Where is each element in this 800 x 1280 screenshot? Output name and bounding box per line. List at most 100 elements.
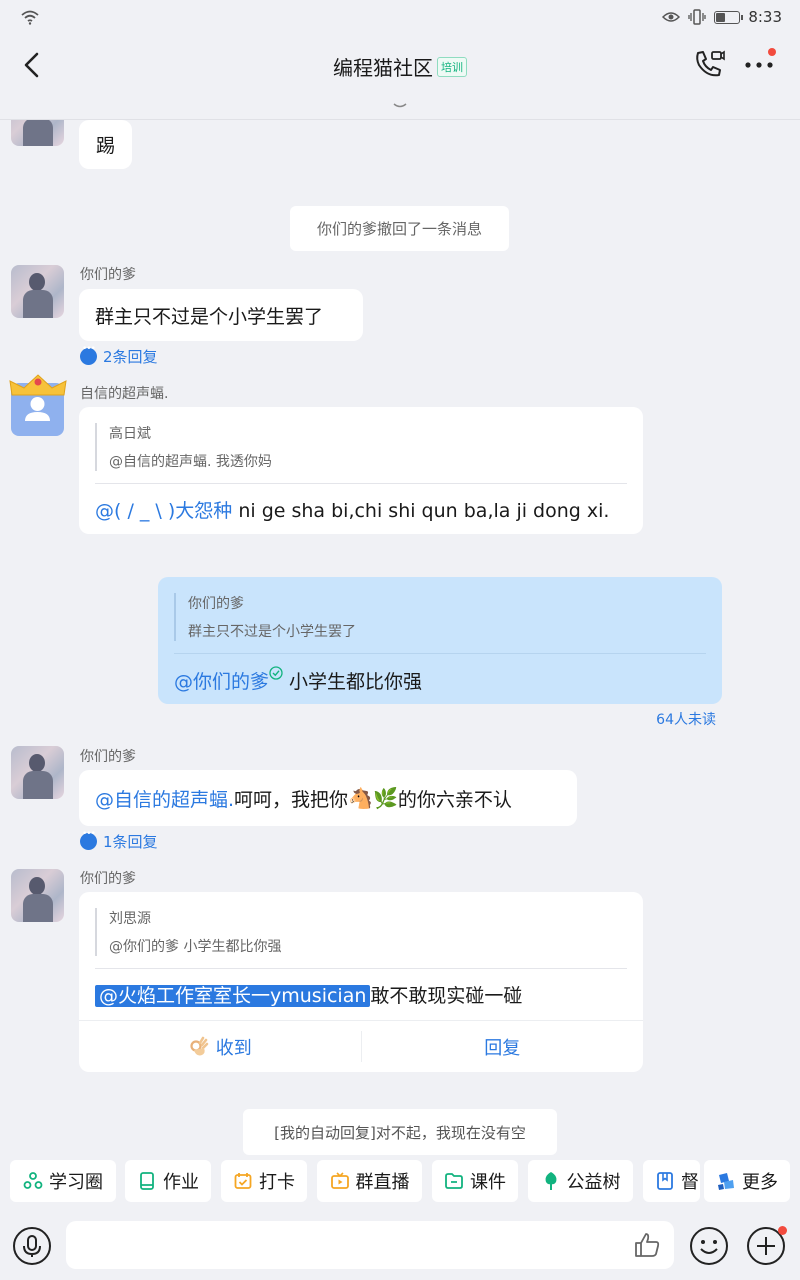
training-tag: 培训 [437,56,467,77]
auto-reply-text: [我的自动回复]对不起，我现在没有空 [274,1124,526,1142]
toolbar-label: 督 [681,1172,699,1193]
avatar[interactable] [11,265,64,318]
recall-notice: 你们的爹撤回了一条消息 [290,206,509,251]
toolbar-label: 作业 [163,1172,199,1193]
toolbar-label: 更多 [742,1172,778,1193]
toolbar-label: 学习圈 [49,1172,103,1193]
chat-header: 编程猫社区 培训 [0,34,800,120]
sender-name: 你们的爹 [80,267,136,283]
notification-dot [768,48,776,56]
message-bubble[interactable]: 高日斌 @自信的超声蝠. 我透你妈 @( / _ \ )大怨种 ni ge sh… [79,407,643,534]
eye-icon [662,12,681,22]
message-composer [0,1212,800,1280]
toolbar-courseware[interactable]: 课件 [432,1160,518,1202]
message-text: 小学生都比你强 [283,671,423,693]
app-toolbar: 学习圈 作业 打卡 群直播 课件 公益树 督 更多 [0,1159,800,1205]
message-text: 呵呵，我把你 [234,788,349,811]
thread-count: 1条回复 [103,833,158,851]
message-text: 群主只不过是个小学生罢了 [95,305,324,328]
quote-divider [95,483,627,484]
message-bubble[interactable]: 刘思源 @你们的爹 小学生都比你强 @火焰工作室室长一ymusician 敢不敢现… [79,892,643,1072]
quote-divider [95,968,627,969]
quote-text: 群主只不过是个小学生罢了 [188,624,356,640]
toolbar-homework[interactable]: 作业 [125,1160,211,1202]
auto-reply-notice: [我的自动回复]对不起，我现在没有空 [243,1109,557,1155]
message-text: ni ge sha bi,chi shi qun ba,la ji dong x… [232,500,610,522]
toolbar-more[interactable]: 更多 [704,1160,790,1202]
reply-label: 回复 [484,1037,521,1059]
message-bubble[interactable]: 踢 [79,120,132,169]
chevron-down-icon[interactable] [392,102,408,110]
checkin-icon [234,1173,252,1189]
homework-icon [140,1172,154,1190]
thread-replies-link[interactable]: 2条回复 [80,344,158,367]
reply-text: @你们的爹 小学生都比你强 [174,666,422,694]
wifi-icon [21,10,39,25]
quote-text: @自信的超声蝠. 我透你妈 [109,454,272,470]
quote-author: 刘思源 [109,911,151,927]
crown-icon [9,374,67,396]
voice-input-icon[interactable] [12,1226,52,1266]
status-bar: 8:33 [0,0,800,34]
message-text: 踢 [95,135,115,157]
avatar[interactable] [11,746,64,799]
message-text: 的你六亲不认 [397,788,512,811]
toolbar-group-live[interactable]: 群直播 [317,1160,422,1202]
avatar[interactable] [11,869,64,922]
verified-check-icon [269,666,283,680]
message-input[interactable] [66,1221,674,1269]
message-text: 敢不敢现实碰一碰 [370,985,523,1007]
ok-hand-icon [190,1036,209,1055]
more-options-icon[interactable] [742,54,776,76]
toolbar-label: 公益树 [566,1172,621,1193]
message-actions: 收到 回复 [79,1020,643,1072]
mention-link[interactable]: @自信的超声蝠. [95,785,234,812]
unread-count[interactable]: 64人未读 [656,709,716,729]
emoji-icon[interactable] [689,1226,729,1266]
circle-icon [23,1172,43,1189]
reply-text: @火焰工作室室长一ymusician 敢不敢现实碰一碰 [95,981,522,1008]
thumbs-up-icon[interactable] [632,1230,662,1260]
message-bubble[interactable]: @自信的超声蝠. 呵呵，我把你 🐴🌿 的你六亲不认 [79,770,577,826]
status-time: 8:33 [748,8,782,26]
quote-text: @你们的爹 小学生都比你强 [109,939,282,955]
toolbar-study-circle[interactable]: 学习圈 [10,1160,116,1202]
my-message-bubble[interactable]: 你们的爹 群主只不过是个小学生罢了 @你们的爹 小学生都比你强 [158,577,722,704]
reply-button[interactable]: 回复 [362,1021,644,1072]
quoted-message[interactable]: 你们的爹 群主只不过是个小学生罢了 [174,593,356,641]
live-icon [330,1172,349,1189]
mention-link[interactable]: @你们的爹 [174,671,269,693]
thread-icon [80,829,97,850]
book-icon [657,1172,673,1190]
quote-divider [174,653,706,654]
sender-name: 自信的超声蝠. [80,386,169,402]
phone-call-icon[interactable] [692,48,726,80]
quoted-message[interactable]: 刘思源 @你们的爹 小学生都比你强 [95,908,281,956]
title-area[interactable]: 编程猫社区 培训 [0,52,800,81]
folder-icon [445,1173,463,1189]
emoji-horse-grass: 🐴🌿 [348,786,398,810]
mention-link[interactable]: @( / _ \ )大怨种 [95,500,232,522]
toolbar-label: 课件 [470,1172,506,1193]
quoted-message[interactable]: 高日斌 @自信的超声蝠. 我透你妈 [95,423,272,471]
toolbar-label: 群直播 [355,1172,410,1193]
vibrate-icon [688,9,706,25]
toolbar-charity-tree[interactable]: 公益树 [528,1160,633,1202]
received-button[interactable]: 收到 [79,1021,361,1072]
sender-name: 你们的爹 [80,871,136,887]
thread-count: 2条回复 [103,348,158,366]
notification-dot [778,1226,787,1235]
toolbar-checkin[interactable]: 打卡 [221,1160,307,1202]
mention-link-highlighted[interactable]: @火焰工作室室长一ymusician [95,985,371,1007]
message-bubble[interactable]: 群主只不过是个小学生罢了 [79,289,363,341]
quote-author: 高日斌 [109,426,151,442]
recall-notice-text: 你们的爹撤回了一条消息 [316,220,482,238]
toolbar-supervise[interactable]: 督 [643,1160,700,1202]
sender-name: 你们的爹 [80,749,136,765]
battery-icon [714,10,744,24]
toolbar-label: 打卡 [259,1172,295,1193]
thread-replies-link[interactable]: 1条回复 [80,829,158,852]
more-apps-icon [718,1173,734,1190]
received-label: 收到 [215,1037,252,1059]
tree-icon [545,1172,556,1190]
